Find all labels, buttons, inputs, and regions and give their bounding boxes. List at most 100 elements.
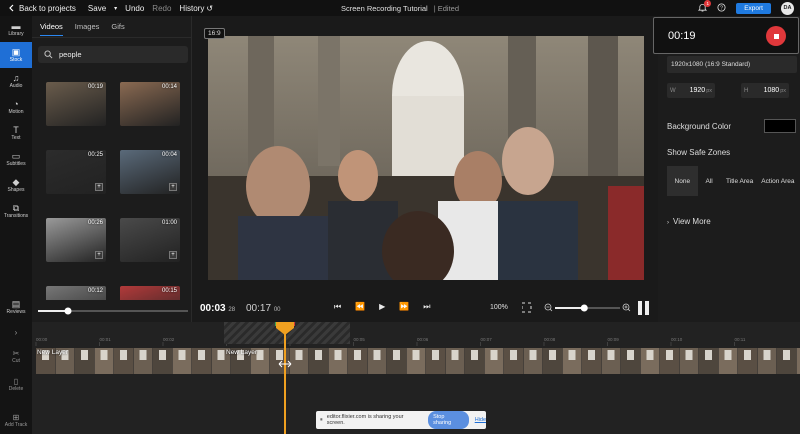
timeline-ruler[interactable]: 00:0000:0100:0200:0300:0400:0500:0600:07… (32, 334, 800, 346)
shapes-icon: ◆ (12, 177, 20, 187)
safe-zone-title[interactable]: Title Area (721, 166, 759, 196)
width-field[interactable]: W 1920 px (667, 83, 715, 98)
zoom-percentage[interactable]: 100% (490, 304, 508, 311)
view-more-button[interactable]: › View More (667, 217, 711, 226)
play-icon[interactable]: ▶ (379, 302, 385, 312)
add-icon[interactable]: + (95, 183, 103, 191)
nav-label: Text (11, 135, 21, 141)
stop-recording-button[interactable] (766, 26, 786, 46)
history-button[interactable]: History ↺ (179, 4, 213, 13)
nav-motion[interactable]: ◔ Motion (0, 94, 32, 120)
stock-video-thumb[interactable]: 00:12 (46, 286, 106, 300)
add-icon[interactable]: + (169, 183, 177, 191)
thumbnail-size-slider[interactable] (38, 306, 188, 316)
filmstrip-highlight (354, 350, 361, 360)
video-frame (208, 36, 644, 280)
delete-button[interactable]: ▯ Delete (0, 370, 32, 398)
undo-button[interactable]: Undo (125, 4, 144, 13)
zoom-in-icon[interactable] (622, 303, 631, 312)
nav-stock[interactable]: ▣ Stock (0, 42, 32, 68)
tab-images[interactable]: Images (75, 22, 100, 35)
add-icon[interactable]: + (95, 251, 103, 259)
nav-label: Subtitles (6, 161, 26, 167)
height-field[interactable]: H 1080 px (741, 83, 789, 98)
skip-start-icon[interactable]: ⏮ (334, 302, 341, 312)
safe-zone-none[interactable]: None (667, 166, 698, 196)
safe-zone-all[interactable]: All (698, 166, 721, 196)
stock-video-thumb[interactable]: 00:14 (120, 82, 180, 126)
tab-videos[interactable]: Videos (40, 22, 63, 36)
redo-button[interactable]: Redo (152, 4, 171, 13)
aspect-ratio-badge[interactable]: 16:9 (204, 28, 225, 39)
nav-library[interactable]: ▬ Library (0, 16, 32, 42)
filmstrip-highlight (529, 350, 537, 360)
export-button[interactable]: Export (736, 2, 771, 14)
fast-forward-icon[interactable]: ⏩ (399, 302, 409, 312)
height-label: H (744, 87, 749, 94)
video-track-clip[interactable] (36, 348, 800, 374)
nav-audio[interactable]: ♫ Audio (0, 68, 32, 94)
zoom-slider-handle[interactable] (580, 304, 588, 312)
nav-label: Reviews (6, 309, 26, 315)
video-duration: 00:14 (161, 84, 177, 90)
video-duration: 01:00 (161, 220, 177, 226)
stock-video-thumb[interactable]: 00:26 + (46, 218, 106, 262)
add-track-button[interactable]: ⊞ Add Track (0, 406, 32, 434)
stock-video-thumb[interactable]: 00:15 (120, 286, 180, 300)
hide-link[interactable]: Hide (475, 417, 486, 423)
nav-label: Stock (9, 57, 23, 63)
filmstrip-highlight (276, 350, 283, 360)
screen-sharing-bar: ⏸ editor.flixier.com is sharing your scr… (316, 411, 486, 429)
add-track-label: Add Track (4, 421, 28, 428)
zoom-out-icon[interactable] (544, 303, 553, 312)
layer-label: New Layer (37, 349, 69, 356)
skip-end-icon[interactable]: ⏭ (423, 302, 430, 312)
media-search (38, 46, 188, 63)
stock-video-thumb[interactable]: 00:19 (46, 82, 106, 126)
video-preview[interactable] (208, 36, 644, 280)
back-to-projects-button[interactable]: Back to projects (8, 4, 76, 13)
video-duration: 00:26 (87, 220, 103, 226)
cut-label: Cut (12, 357, 20, 364)
fit-screen-icon[interactable] (522, 302, 532, 313)
ruler-label: 00:02 (163, 337, 175, 342)
save-button[interactable]: Save ▾ (88, 4, 117, 13)
nav-label: Shapes (7, 187, 25, 193)
timeline-tools: › ✂ Cut ▯ Delete ⊞ Add Track (0, 322, 32, 434)
filmstrip-highlight (432, 350, 439, 360)
stock-video-thumb[interactable]: 00:25 + (46, 150, 106, 194)
stock-video-thumb[interactable]: 01:00 + (120, 218, 180, 262)
ruler-label: 00:05 (354, 337, 366, 342)
filmstrip-highlight (646, 350, 654, 360)
chevron-right-icon: › (667, 220, 669, 226)
rewind-icon[interactable]: ⏪ (355, 302, 365, 312)
nav-transitions[interactable]: ⧉ Transitions (0, 198, 32, 224)
add-icon[interactable]: + (169, 251, 177, 259)
stop-sharing-button[interactable]: Stop sharing (428, 411, 469, 429)
avatar[interactable]: DA (781, 1, 794, 15)
stock-video-thumb[interactable]: 00:04 + (120, 150, 180, 194)
help-button[interactable]: ? (717, 2, 726, 14)
safe-zone-action[interactable]: Action Area (759, 166, 797, 196)
tab-gifs[interactable]: Gifs (111, 22, 124, 35)
cut-button[interactable]: ✂ Cut (0, 342, 32, 370)
zoom-controls (522, 301, 649, 315)
resolution-select[interactable]: 1920x1080 (16:9 Standard) (667, 56, 797, 73)
notifications-button[interactable]: 1 (698, 0, 712, 14)
slider-handle[interactable] (64, 307, 72, 315)
nav-reviews[interactable]: ▤ Reviews (0, 294, 32, 320)
playhead[interactable] (284, 322, 286, 434)
filmstrip-highlight (412, 350, 420, 360)
recording-time: 00:19 (668, 30, 696, 42)
filmstrip-highlight (627, 350, 634, 360)
nav-text[interactable]: T Text (0, 120, 32, 146)
collapse-button[interactable]: › (0, 322, 32, 342)
background-color-swatch[interactable] (764, 119, 796, 133)
history-icon: ↺ (206, 3, 214, 13)
nav-shapes[interactable]: ◆ Shapes (0, 172, 32, 198)
fullscreen-icon[interactable] (638, 301, 649, 315)
nav-subtitles[interactable]: ▭ Subtitles (0, 146, 32, 172)
search-input[interactable] (59, 50, 179, 59)
filmstrip-frame (796, 348, 800, 374)
playhead-handle[interactable] (275, 322, 295, 336)
